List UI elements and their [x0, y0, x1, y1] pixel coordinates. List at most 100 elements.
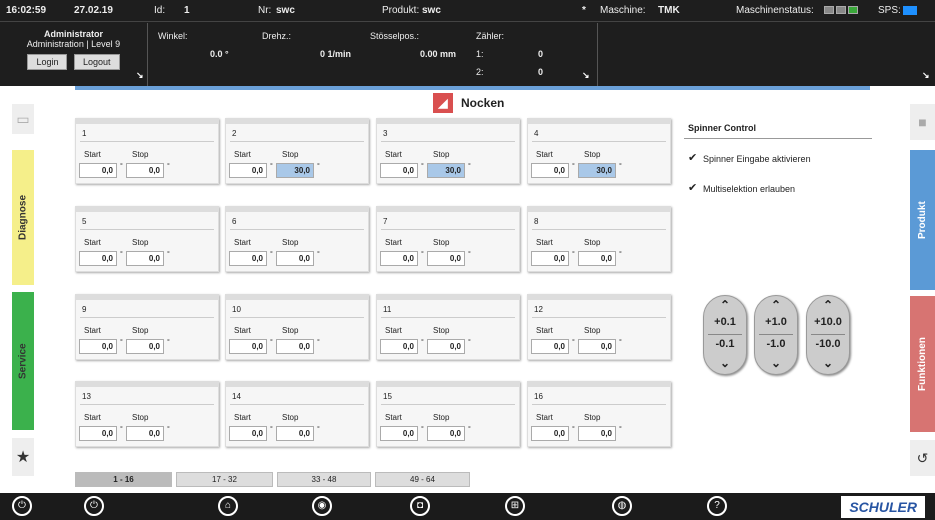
- home-icon[interactable]: ⌂: [218, 496, 238, 516]
- status-line: 16:02:59 27.02.19 Id: 1 Nr: swc Produkt:…: [0, 0, 935, 22]
- cam-number: 13: [82, 392, 91, 401]
- start-input[interactable]: 0,0: [531, 339, 569, 354]
- spinner-enable-checkbox[interactable]: ✔ Spinner Eingabe aktivieren: [688, 153, 811, 164]
- camera-icon[interactable]: ◘: [410, 496, 430, 516]
- cam-panel: 7 Start Stop 0,0 ° 0,0 °: [376, 206, 520, 272]
- stop-input[interactable]: 30,0: [427, 163, 465, 178]
- minus-10.0[interactable]: -10.0: [807, 338, 849, 350]
- expand-user-icon[interactable]: ↘: [136, 70, 144, 81]
- expand-values-icon[interactable]: ↘: [582, 70, 590, 81]
- degree-unit: °: [120, 426, 123, 433]
- machine-values: Winkel: 0.0 ° Drehz.: 0 1/min Stösselpos…: [150, 23, 595, 86]
- login-button[interactable]: Login: [27, 54, 68, 70]
- multiselect-checkbox[interactable]: ✔ Multiselektion erlauben: [688, 183, 795, 194]
- stop-input[interactable]: 0,0: [578, 339, 616, 354]
- plus-10.0[interactable]: +10.0: [807, 316, 849, 328]
- degree-unit: °: [468, 163, 471, 170]
- stop-input[interactable]: 0,0: [427, 251, 465, 266]
- target-icon[interactable]: ◉: [312, 496, 332, 516]
- stop-label: Stop: [584, 413, 601, 422]
- id-label: Id:: [154, 5, 166, 16]
- chevron-down-icon[interactable]: ⌄: [755, 356, 797, 370]
- chevron-down-icon[interactable]: ⌄: [807, 356, 849, 370]
- page-tab-2[interactable]: 17 - 32: [176, 472, 273, 487]
- spinner-button-10.0[interactable]: ⌃ +10.0 -10.0 ⌄: [806, 295, 850, 375]
- stop-label: Stop: [132, 326, 149, 335]
- start-input[interactable]: 0,0: [380, 251, 418, 266]
- cam-panel: 3 Start Stop 0,0 ° 30,0 °: [376, 118, 520, 184]
- stop-input[interactable]: 0,0: [126, 163, 164, 178]
- stop-input[interactable]: 30,0: [578, 163, 616, 178]
- degree-unit: °: [120, 251, 123, 258]
- stop-input[interactable]: 0,0: [276, 426, 314, 441]
- stop-input[interactable]: 0,0: [578, 426, 616, 441]
- stop-input[interactable]: 0,0: [276, 251, 314, 266]
- stop-input[interactable]: 30,0: [276, 163, 314, 178]
- start-input[interactable]: 0,0: [229, 163, 267, 178]
- minus-0.1[interactable]: -0.1: [704, 338, 746, 350]
- chevron-down-icon[interactable]: ⌄: [704, 356, 746, 370]
- folder-icon[interactable]: ■: [910, 104, 935, 140]
- stop-input[interactable]: 0,0: [276, 339, 314, 354]
- start-label: Start: [385, 413, 402, 422]
- sidebar-funktionen[interactable]: Funktionen: [910, 296, 935, 432]
- checkmark-icon: ✔: [688, 182, 698, 194]
- history-icon[interactable]: ↺: [910, 440, 935, 476]
- start-input[interactable]: 0,0: [531, 163, 569, 178]
- spinner-enable-label: Spinner Eingabe aktivieren: [703, 153, 811, 164]
- power-icon[interactable]: ⏻: [12, 496, 32, 516]
- spinner-button-0.1[interactable]: ⌃ +0.1 -0.1 ⌄: [703, 295, 747, 375]
- stop-label: Stop: [282, 413, 299, 422]
- degree-unit: °: [572, 251, 575, 258]
- start-input[interactable]: 0,0: [229, 339, 267, 354]
- start-input[interactable]: 0,0: [380, 163, 418, 178]
- page-tab-1[interactable]: 1 - 16: [75, 472, 172, 487]
- stop-input[interactable]: 0,0: [126, 426, 164, 441]
- power-off-icon[interactable]: ⏻: [84, 496, 104, 516]
- nr-value: swc: [276, 5, 295, 16]
- degree-unit: °: [468, 251, 471, 258]
- sidebar-diagnose[interactable]: Diagnose: [12, 150, 34, 285]
- plus-1.0[interactable]: +1.0: [755, 316, 797, 328]
- monitor-icon[interactable]: ▭: [12, 104, 34, 134]
- start-input[interactable]: 0,0: [79, 426, 117, 441]
- help-icon[interactable]: ?: [707, 496, 727, 516]
- chevron-up-icon[interactable]: ⌃: [807, 298, 849, 312]
- start-input[interactable]: 0,0: [531, 251, 569, 266]
- start-label: Start: [84, 326, 101, 335]
- favorites-star-icon[interactable]: ★: [12, 438, 34, 476]
- plus-0.1[interactable]: +0.1: [704, 316, 746, 328]
- stop-input[interactable]: 0,0: [126, 339, 164, 354]
- chevron-up-icon[interactable]: ⌃: [755, 298, 797, 312]
- sidebar-produkt[interactable]: Produkt: [910, 150, 935, 290]
- degree-unit: °: [167, 426, 170, 433]
- sidebar-service[interactable]: Service: [12, 292, 34, 430]
- start-input[interactable]: 0,0: [380, 426, 418, 441]
- stop-input[interactable]: 0,0: [578, 251, 616, 266]
- stop-input[interactable]: 0,0: [126, 251, 164, 266]
- spinner-button-1.0[interactable]: ⌃ +1.0 -1.0 ⌄: [754, 295, 798, 375]
- start-input[interactable]: 0,0: [79, 163, 117, 178]
- start-input[interactable]: 0,0: [380, 339, 418, 354]
- minus-1.0[interactable]: -1.0: [755, 338, 797, 350]
- start-input[interactable]: 0,0: [79, 339, 117, 354]
- stop-input[interactable]: 0,0: [427, 339, 465, 354]
- start-input[interactable]: 0,0: [531, 426, 569, 441]
- start-input[interactable]: 0,0: [79, 251, 117, 266]
- cam-number: 2: [232, 129, 237, 138]
- machine-status-icons: [822, 5, 858, 16]
- cam-number: 6: [232, 217, 237, 226]
- logout-button[interactable]: Logout: [74, 54, 120, 70]
- start-input[interactable]: 0,0: [229, 251, 267, 266]
- page-tab-4[interactable]: 49 - 64: [375, 472, 470, 487]
- degree-unit: °: [421, 251, 424, 258]
- chevron-up-icon[interactable]: ⌃: [704, 298, 746, 312]
- page-tab-3[interactable]: 33 - 48: [277, 472, 371, 487]
- degree-unit: °: [167, 339, 170, 346]
- stop-input[interactable]: 0,0: [427, 426, 465, 441]
- expand-messages-icon[interactable]: ↘: [922, 70, 930, 81]
- globe-icon[interactable]: ◍: [612, 496, 632, 516]
- start-input[interactable]: 0,0: [229, 426, 267, 441]
- network-icon[interactable]: ⊞: [505, 496, 525, 516]
- cam-panel: 15 Start Stop 0,0 ° 0,0 °: [376, 381, 520, 447]
